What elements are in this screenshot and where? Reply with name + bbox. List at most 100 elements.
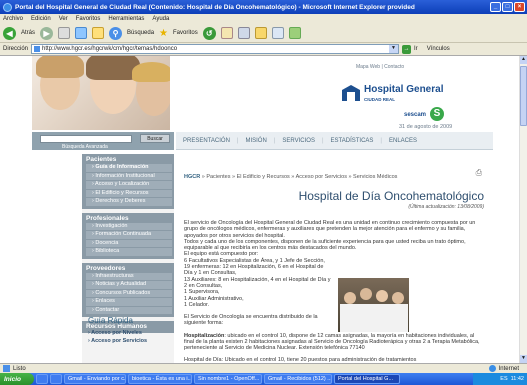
minimize-button[interactable]: _ — [490, 2, 501, 12]
breadcrumb-path[interactable]: » Pacientes » El Edificio y Recursos » A… — [202, 174, 398, 180]
task-gmail-enviando[interactable]: Gmail - Enviando por c... — [64, 374, 126, 384]
sidebar-item[interactable]: › Biblioteca — [86, 248, 172, 256]
nav-estadisticas[interactable]: ESTADÍSTICAS — [324, 138, 381, 144]
menu-herramientas[interactable]: Herramientas — [108, 16, 144, 22]
favorites-button[interactable]: Favoritos — [173, 30, 198, 36]
maximize-button[interactable]: □ — [502, 2, 513, 12]
menu-bar: Archivo Edición Ver Favoritos Herramient… — [0, 14, 527, 24]
main-nav: PRESENTACIÓN | MISIÓN | SERVICIOS | ESTADÍS… — [176, 132, 493, 150]
breadcrumb: HGCR » Pacientes » El Edificio y Recurso… — [184, 174, 484, 180]
address-input[interactable]: http://www.hgcr.es/hgcrwk/cm/hgcr/temas/… — [31, 44, 400, 54]
stop-icon[interactable] — [58, 27, 71, 39]
list-item: 1 Celador. — [184, 301, 210, 308]
header-photo — [32, 56, 170, 130]
breadcrumb-home[interactable]: HGCR — [184, 174, 200, 180]
messenger-icon[interactable] — [288, 27, 301, 39]
quick-guide-item[interactable]: › Acceso por Niveles — [82, 329, 174, 337]
sidebar-group-title[interactable]: Pacientes — [82, 156, 174, 163]
task-gmail-recibidos[interactable]: Gmail - Recibidos (512) ... — [264, 374, 332, 384]
page-status-icon — [3, 365, 10, 372]
discuss-icon[interactable] — [271, 27, 284, 39]
print-icon[interactable]: ⎙ — [476, 168, 482, 178]
search-icon[interactable]: ⚲ — [109, 26, 123, 40]
refresh-icon[interactable] — [75, 27, 88, 39]
menu-archivo[interactable]: Archivo — [3, 16, 23, 22]
home-icon[interactable] — [92, 27, 105, 39]
nav-mision[interactable]: MISIÓN — [238, 138, 273, 144]
close-button[interactable]: × — [514, 2, 525, 12]
sidebar-item[interactable]: › Concursos Publicados — [86, 289, 172, 297]
advanced-search-link[interactable]: Búsqueda Avanzada — [62, 144, 108, 150]
quicklaunch-ie-icon[interactable] — [36, 374, 48, 384]
history-icon[interactable]: ↺ — [202, 26, 216, 40]
quick-guide: Guía Rápida › Acceso por Niveles › Acces… — [82, 316, 174, 345]
sidebar-group-pacientes: Pacientes › Guía de Información › Inform… — [82, 154, 174, 209]
print-icon[interactable] — [237, 27, 250, 39]
sidebar-item[interactable]: › Docencia — [86, 239, 172, 247]
intro-paragraph: El servicio de Oncología del Hospital Ge… — [184, 220, 476, 258]
page-icon — [34, 46, 41, 52]
nav-enlaces[interactable]: ENLACES — [382, 138, 424, 144]
favorites-star-icon[interactable]: ★ — [159, 28, 168, 39]
address-label: Dirección — [3, 46, 29, 52]
sidebar-item[interactable]: › Investigación — [86, 222, 172, 230]
site-search-button[interactable]: Buscar — [140, 134, 170, 143]
scroll-down-icon[interactable]: ▼ — [520, 355, 527, 363]
scroll-thumb[interactable] — [520, 66, 527, 126]
sidebar-item[interactable]: › Formación Continuada — [86, 231, 172, 239]
chevron-down-icon[interactable]: ▼ — [389, 45, 399, 53]
sidebar-item[interactable]: › Enlaces — [86, 298, 172, 306]
sidebar-item[interactable]: › Contactar — [86, 306, 172, 314]
scroll-up-icon[interactable]: ▲ — [520, 56, 527, 64]
forward-arrow-icon[interactable]: ▶ — [40, 26, 54, 40]
address-url: http://www.hgcr.es/hgcrwk/cm/hgcr/temas/… — [42, 46, 178, 52]
language-indicator[interactable]: ES — [500, 376, 507, 382]
sidebar-item[interactable]: › Guía de Información — [86, 164, 172, 172]
sidebar-item[interactable]: › Información Institucional — [86, 172, 172, 180]
site-search-input[interactable] — [40, 135, 132, 143]
sidebar-item[interactable]: › El Edificio y Recursos — [86, 189, 172, 197]
links-label[interactable]: Vínculos — [427, 46, 450, 52]
back-arrow-icon[interactable]: ◀ — [3, 26, 16, 40]
top-links[interactable]: Mapa Web | Contacto — [356, 64, 404, 70]
toolbar: ◀ Atrás ▶ ⚲ Búsqueda ★ Favoritos ↺ — [0, 24, 527, 43]
menu-edicion[interactable]: Edición — [31, 16, 51, 22]
go-button[interactable]: Ir — [414, 46, 418, 52]
team-photo — [338, 278, 409, 332]
window-title: Portal del Hospital General de Ciudad Re… — [15, 3, 415, 11]
search-button[interactable]: Búsqueda — [127, 30, 154, 36]
list-item: 13 Auxiliares: 8 en Hospitalización, 4 e… — [184, 276, 331, 289]
menu-ver[interactable]: Ver — [59, 16, 68, 22]
list-item: 19 enfermeras: 12 en Hospitalización, 6 … — [184, 264, 324, 277]
folder-icon[interactable] — [254, 27, 267, 39]
nav-servicios[interactable]: SERVICIOS — [275, 138, 322, 144]
vertical-scrollbar[interactable]: ▲ ▼ — [519, 56, 527, 363]
sidebar-item[interactable]: › Noticias y Actualidad — [86, 281, 172, 289]
task-portal-hospital[interactable]: Portal del Hospital G... — [334, 374, 400, 384]
distribution-paragraph: El Servicio de Oncología se encuentra di… — [184, 314, 318, 327]
quick-guide-item[interactable]: › Acceso por Servicios — [82, 337, 174, 345]
start-button[interactable]: Inicio — [0, 373, 34, 385]
go-arrow-icon[interactable]: → — [402, 44, 412, 54]
sidebar-item[interactable]: › Derechos y Deberes — [86, 198, 172, 206]
sidebar-group-profesionales: Profesionales › Investigación › Formació… — [82, 212, 174, 259]
address-bar: Dirección http://www.hgcr.es/hgcrwk/cm/h… — [0, 43, 527, 56]
sidebar-group-title[interactable]: Proveedores — [82, 265, 174, 272]
sidebar-item[interactable]: › Acceso y Localización — [86, 181, 172, 189]
quicklaunch-desktop-icon[interactable] — [50, 374, 62, 384]
sidebar-item[interactable]: › Infraestructuras — [86, 272, 172, 280]
menu-favoritos[interactable]: Favoritos — [76, 16, 101, 22]
system-tray: ES 11:42 — [473, 373, 527, 385]
sidebar-group-proveedores: Proveedores › Infraestructuras › Noticia… — [82, 262, 174, 317]
mail-icon[interactable] — [220, 27, 233, 39]
task-bioetica[interactable]: bioetica - Ésta es una i... — [128, 374, 192, 384]
task-openoffice[interactable]: Sin nombre1 - OpenOff... — [194, 374, 262, 384]
team-list: 6 Facultativos Especialistas de Área, y … — [184, 258, 332, 308]
page-viewport: Mapa Web | Contacto Hospital General CIU… — [0, 56, 519, 363]
hospitalization-paragraph: Hospitalización: ubicado en el control 1… — [184, 332, 480, 352]
back-button[interactable]: Atrás — [21, 30, 35, 36]
sescam-logo-icon: S — [430, 107, 444, 121]
sidebar-group-title[interactable]: Profesionales — [82, 215, 174, 222]
menu-ayuda[interactable]: Ayuda — [152, 16, 169, 22]
nav-presentacion[interactable]: PRESENTACIÓN — [176, 138, 237, 144]
